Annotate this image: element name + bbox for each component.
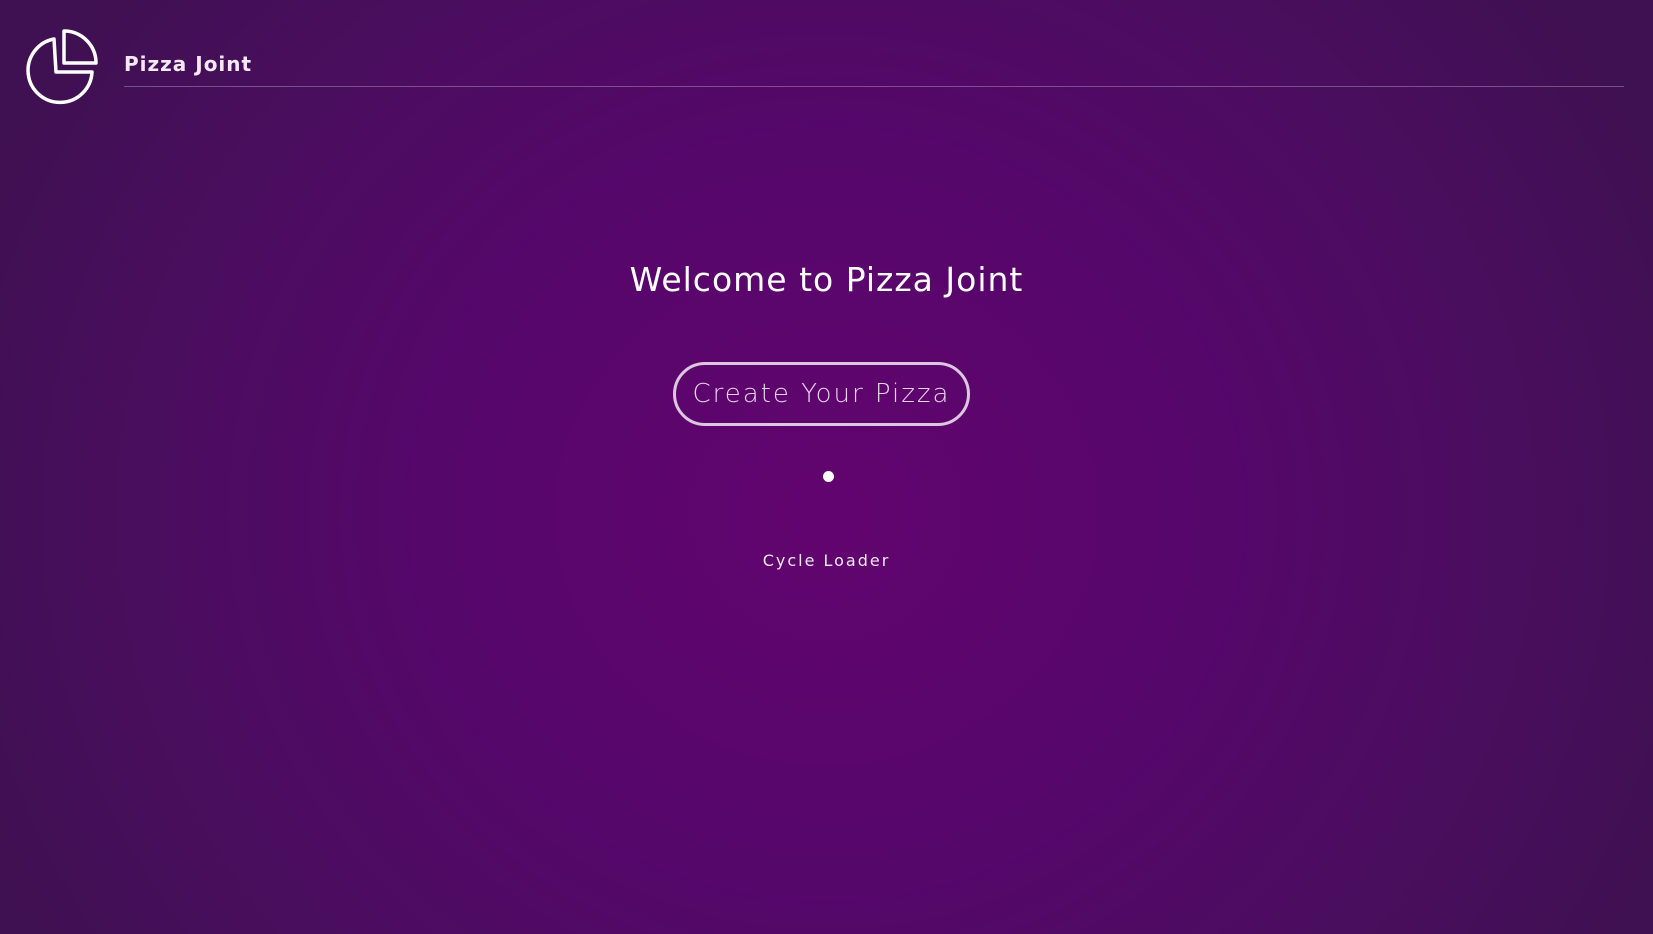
welcome-heading: Welcome to Pizza Joint	[629, 260, 1024, 299]
loader-dot-icon	[823, 471, 834, 482]
create-your-pizza-button[interactable]: Create Your Pizza	[673, 362, 970, 426]
cycle-loader-link[interactable]: Cycle Loader	[0, 551, 1653, 570]
home-main: Welcome to Pizza Joint Create Your Pizza…	[0, 0, 1653, 934]
